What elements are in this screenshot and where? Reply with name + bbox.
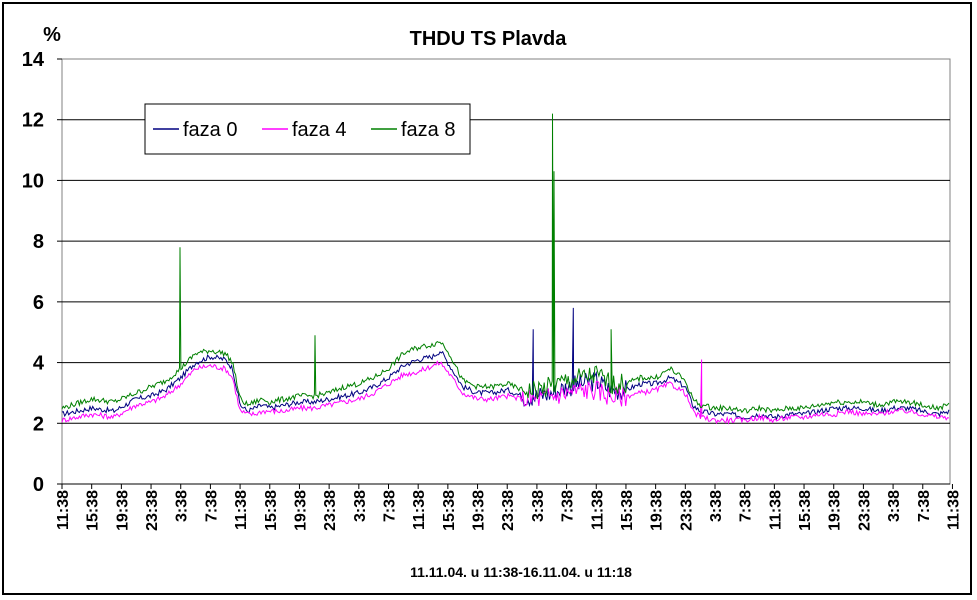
- x-axis-ticks: 11:38 15:38 19:38 23:38 3:38 7:38 11:38 15:38 19…: [55, 484, 977, 531]
- x-tick-label: 3:38: [352, 490, 369, 522]
- x-tick-label: 19:38: [471, 490, 488, 531]
- x-tick-label: 11:38: [55, 490, 72, 530]
- legend-label-faza-0: faza 0: [183, 119, 237, 141]
- x-tick-label: 11:38: [945, 490, 962, 530]
- x-tick-label: 7:38: [916, 490, 933, 522]
- y-tick-label: 12: [22, 110, 44, 132]
- legend-label-faza-4: faza 4: [292, 119, 346, 141]
- x-tick-label: 19:38: [827, 490, 844, 531]
- x-axis-label: 11.11.04. u 11:38-16.11.04. u 11:18: [410, 564, 632, 580]
- x-tick-label: 11:38: [589, 490, 606, 530]
- x-tick-label: 3:38: [530, 490, 547, 522]
- series-line-faza-8: [61, 113, 950, 414]
- x-tick-label: 23:38: [678, 490, 695, 531]
- x-tick-label: 11:38: [233, 490, 250, 530]
- x-tick-label: 15:38: [441, 490, 458, 531]
- x-tick-label: 3:38: [886, 490, 903, 522]
- x-tick-label: 19:38: [292, 490, 309, 531]
- x-tick-label: 7:38: [381, 490, 398, 522]
- y-tick-label: 4: [33, 353, 45, 375]
- y-axis-ticks: 0 2 4 6 8 10 12 14: [22, 49, 62, 496]
- chart-svg: 0 2 4 6 8 10 12 14 11:38 15:38 19:38 23:38 3:38 7:38…: [22, 24, 977, 580]
- chart-title: THDU TS Plavda: [410, 28, 568, 50]
- x-tick-label: 15:38: [85, 490, 102, 531]
- y-tick-label: 2: [33, 413, 44, 435]
- x-tick-label: 19:38: [114, 490, 131, 531]
- y-tick-label: 0: [33, 474, 44, 496]
- y-tick-label: 10: [22, 170, 44, 192]
- y-axis-label: %: [43, 24, 61, 46]
- x-tick-label: 23:38: [322, 490, 339, 531]
- x-tick-label: 7:38: [560, 490, 577, 522]
- x-tick-label: 15:38: [263, 490, 280, 531]
- x-tick-label: 3:38: [174, 490, 191, 522]
- legend-label-faza-8: faza 8: [401, 119, 455, 141]
- x-tick-label: 11:38: [411, 490, 428, 530]
- x-tick-label: 23:38: [856, 490, 873, 531]
- x-tick-label: 7:38: [203, 490, 220, 522]
- x-tick-label: 15:38: [797, 490, 814, 531]
- x-tick-label: 15:38: [619, 490, 636, 531]
- y-tick-label: 6: [33, 292, 44, 314]
- x-tick-label: 11:38: [767, 490, 784, 530]
- x-tick-label: 3:38: [708, 490, 725, 522]
- legend: faza 0 faza 4 faza 8: [144, 103, 471, 155]
- y-tick-label: 8: [33, 231, 44, 253]
- series-lines: [61, 113, 950, 425]
- x-tick-label: 23:38: [500, 490, 517, 531]
- x-tick-label: 19:38: [649, 490, 666, 531]
- x-tick-label: 23:38: [144, 490, 161, 531]
- series-line-faza-0: [61, 307, 950, 421]
- y-tick-label: 14: [22, 49, 45, 71]
- x-tick-label: 7:38: [738, 490, 755, 522]
